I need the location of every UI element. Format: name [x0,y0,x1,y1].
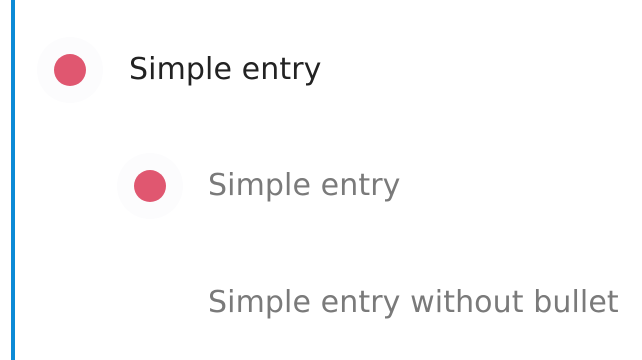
timeline-entry: Simple entry [0,37,642,103]
timeline-entry-label: Simple entry [129,52,322,87]
timeline-entry: Simple entry [0,153,642,219]
timeline-entry: Simple entry without bullet [0,273,642,333]
bullet-icon [134,170,166,202]
timeline-entry-label: Simple entry [208,168,401,203]
bullet-icon [54,54,86,86]
timeline: Simple entry Simple entry Simple entry w… [0,0,642,360]
timeline-entry-label: Simple entry without bullet [208,285,619,320]
